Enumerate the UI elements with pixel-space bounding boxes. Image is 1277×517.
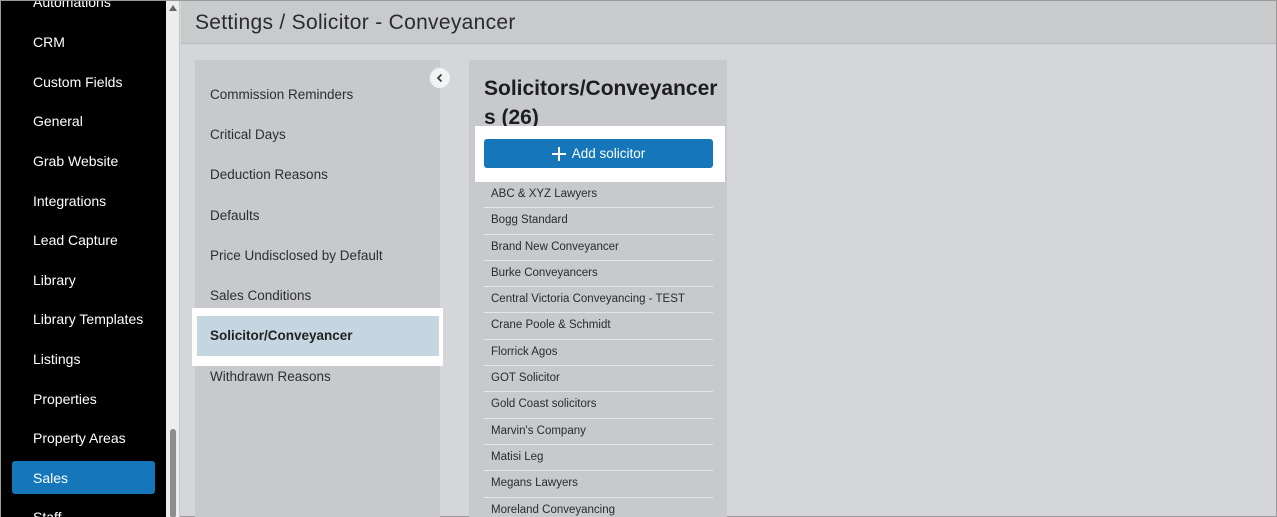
sidebar-item-staff[interactable]: Staff: [33, 509, 62, 517]
category-critical-days[interactable]: Critical Days: [210, 127, 286, 142]
sidebar-scrollbar[interactable]: [166, 1, 180, 517]
sidebar-item-listings[interactable]: Listings: [33, 351, 80, 367]
list-item[interactable]: Moreland Conveyancing: [484, 498, 713, 517]
solicitors-heading: Solicitors/Conveyancers (26): [484, 77, 718, 129]
list-item[interactable]: Florrick Agos: [484, 340, 713, 367]
list-item[interactable]: Megans Lawyers: [484, 471, 713, 498]
sidebar-item-library-templates[interactable]: Library Templates: [33, 311, 143, 327]
list-item[interactable]: Burke Conveyancers: [484, 261, 713, 288]
category-withdrawn-reasons[interactable]: Withdrawn Reasons: [210, 369, 331, 384]
list-item[interactable]: GOT Solicitor: [484, 366, 713, 393]
category-commission-reminders[interactable]: Commission Reminders: [210, 87, 353, 102]
sidebar-item-crm[interactable]: CRM: [33, 34, 65, 50]
list-item[interactable]: Central Victoria Conveyancing - TEST: [484, 287, 713, 314]
list-item[interactable]: Bogg Standard: [484, 208, 713, 235]
sidebar-item-sales[interactable]: Sales: [33, 470, 68, 486]
sidebar-item-custom-fields[interactable]: Custom Fields: [33, 74, 122, 90]
solicitors-list: ABC & XYZ Lawyers Bogg Standard Brand Ne…: [484, 182, 713, 517]
list-item[interactable]: Brand New Conveyancer: [484, 235, 713, 261]
list-item[interactable]: ABC & XYZ Lawyers: [484, 182, 713, 209]
sidebar-item-grab-website[interactable]: Grab Website: [33, 153, 118, 169]
list-item[interactable]: Marvin's Company: [484, 419, 713, 445]
sidebar-item-automations[interactable]: Automations: [33, 1, 111, 10]
sidebar: Automations CRM Custom Fields General Gr…: [1, 1, 166, 517]
sidebar-item-integrations[interactable]: Integrations: [33, 193, 106, 209]
sidebar-item-general[interactable]: General: [33, 113, 83, 129]
list-item[interactable]: Matisi Leg: [484, 445, 713, 472]
sidebar-item-property-areas[interactable]: Property Areas: [33, 430, 126, 446]
category-price-undisclosed[interactable]: Price Undisclosed by Default: [210, 248, 383, 263]
sidebar-item-properties[interactable]: Properties: [33, 391, 97, 407]
add-solicitor-button[interactable]: Add solicitor: [484, 139, 713, 168]
plus-icon: [551, 146, 566, 161]
category-solicitor-conveyancer[interactable]: Solicitor/Conveyancer: [197, 316, 439, 356]
sidebar-item-library[interactable]: Library: [33, 272, 76, 288]
chevron-left-icon: [436, 73, 443, 83]
add-solicitor-label: Add solicitor: [571, 146, 646, 161]
category-defaults[interactable]: Defaults: [210, 208, 260, 223]
page-header: Settings / Solicitor - Conveyancer: [181, 1, 1276, 44]
sidebar-item-lead-capture[interactable]: Lead Capture: [33, 232, 118, 248]
page-title: Settings / Solicitor - Conveyancer: [195, 11, 516, 34]
settings-category-panel: Commission Reminders Critical Days Deduc…: [195, 60, 440, 517]
list-item[interactable]: Crane Poole & Schmidt: [484, 313, 713, 340]
collapse-panel-button[interactable]: [429, 67, 451, 89]
list-item[interactable]: Gold Coast solicitors: [484, 392, 713, 419]
scrollbar-thumb[interactable]: [170, 429, 176, 517]
category-sales-conditions[interactable]: Sales Conditions: [210, 288, 311, 303]
category-active-label: Solicitor/Conveyancer: [210, 328, 353, 343]
scroll-up-arrow-icon[interactable]: [169, 5, 177, 11]
category-deduction-reasons[interactable]: Deduction Reasons: [210, 167, 328, 182]
